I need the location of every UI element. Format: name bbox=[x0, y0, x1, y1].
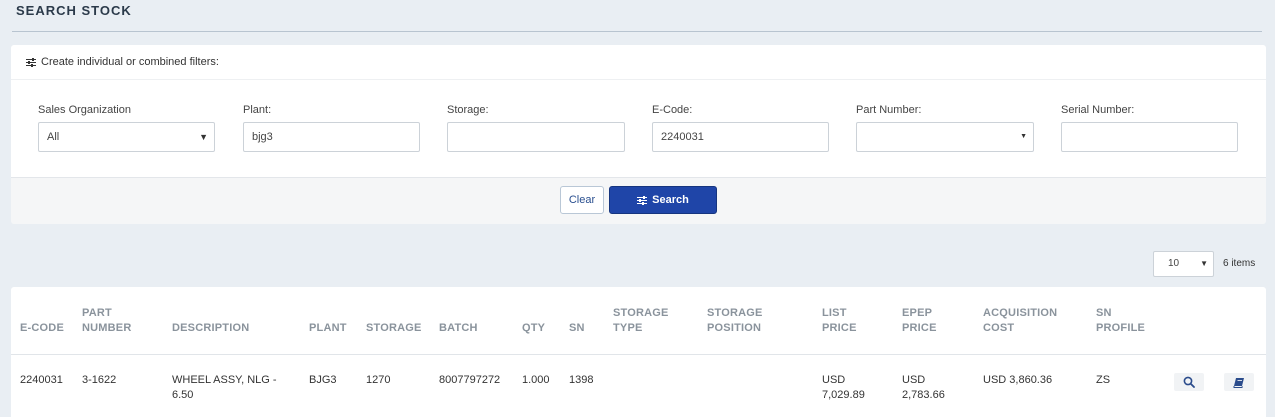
header-line: ACQUISITION bbox=[983, 307, 1058, 319]
sales-organization-label: Sales Organization bbox=[38, 104, 131, 116]
cell-list-price: USD 7,029.89 bbox=[822, 373, 865, 403]
cell-line: USD bbox=[822, 374, 846, 386]
column-header-batch[interactable]: BATCH bbox=[439, 321, 478, 336]
plant-value: bjg3 bbox=[252, 131, 273, 143]
page-size-select[interactable]: 10 ▼ bbox=[1153, 251, 1214, 277]
title-divider bbox=[12, 31, 1262, 32]
header-line: COST bbox=[983, 322, 1015, 334]
cell-line: USD bbox=[902, 374, 926, 386]
column-header-epep-price[interactable]: EPEP PRICE bbox=[902, 306, 937, 336]
magnifier-icon bbox=[1183, 376, 1195, 388]
caret-down-icon: ▼ bbox=[1020, 133, 1027, 140]
items-count: 6 items bbox=[1223, 258, 1256, 269]
sales-organization-select[interactable]: All ▼ bbox=[38, 122, 215, 152]
column-header-part-number[interactable]: PART NUMBER bbox=[82, 306, 131, 336]
column-header-qty[interactable]: QTY bbox=[522, 321, 545, 336]
plant-input[interactable]: bjg3 bbox=[243, 122, 420, 152]
ecode-label: E-Code: bbox=[652, 104, 693, 116]
cell-acquisition-cost: USD 3,860.36 bbox=[983, 374, 1053, 386]
cell-ecode: 2240031 bbox=[20, 374, 63, 386]
search-button[interactable]: Search bbox=[609, 186, 717, 214]
column-header-sn[interactable]: SN bbox=[569, 321, 585, 336]
header-line: PROFILE bbox=[1096, 322, 1146, 334]
column-header-list-price[interactable]: LIST PRICE bbox=[822, 306, 857, 336]
filter-panel-header: Create individual or combined filters: bbox=[11, 45, 1266, 80]
header-line: STORAGE bbox=[366, 322, 422, 334]
cell-sn: 1398 bbox=[569, 374, 594, 386]
cell-plant: BJG3 bbox=[309, 374, 337, 386]
column-header-storage-position[interactable]: STORAGE POSITION bbox=[707, 306, 763, 336]
sliders-icon bbox=[26, 57, 36, 67]
header-line: E-CODE bbox=[20, 322, 64, 334]
storage-label: Storage: bbox=[447, 104, 489, 116]
serial-number-label: Serial Number: bbox=[1061, 104, 1135, 116]
details-row-button[interactable] bbox=[1224, 373, 1254, 391]
cell-part-number: 3-1622 bbox=[82, 374, 117, 386]
column-header-storage[interactable]: STORAGE bbox=[366, 321, 422, 336]
header-line: SN bbox=[1096, 307, 1112, 319]
plant-label: Plant: bbox=[243, 104, 272, 116]
header-line: PRICE bbox=[902, 322, 937, 334]
filter-heading: Create individual or combined filters: bbox=[41, 56, 219, 68]
cell-sn-profile: ZS bbox=[1096, 374, 1111, 386]
part-number-select[interactable]: ▼ bbox=[856, 122, 1034, 152]
header-line: DESCRIPTION bbox=[172, 322, 250, 334]
sales-organization-value: All bbox=[47, 131, 60, 143]
column-header-plant[interactable]: PLANT bbox=[309, 321, 347, 336]
header-line: POSITION bbox=[707, 322, 762, 334]
table-header-divider bbox=[11, 354, 1266, 355]
header-line: PART bbox=[82, 307, 112, 319]
ecode-value: 2240031 bbox=[661, 131, 704, 143]
page-title: SEARCH STOCK bbox=[16, 3, 132, 18]
page-size-value: 10 bbox=[1168, 258, 1180, 269]
header-line: EPEP bbox=[902, 307, 933, 319]
book-icon bbox=[1233, 377, 1244, 388]
header-line: TYPE bbox=[613, 322, 643, 334]
cell-storage: 1270 bbox=[366, 374, 391, 386]
cell-line: WHEEL ASSY, NLG - bbox=[172, 374, 277, 386]
cell-line: 6.50 bbox=[172, 389, 194, 401]
column-header-ecode[interactable]: E-CODE bbox=[20, 321, 64, 336]
cell-description: WHEEL ASSY, NLG - 6.50 bbox=[172, 373, 277, 403]
header-line: LIST bbox=[822, 307, 847, 319]
storage-input[interactable] bbox=[447, 122, 625, 152]
cell-batch: 8007797272 bbox=[439, 374, 501, 386]
header-line: PRICE bbox=[822, 322, 857, 334]
clear-button[interactable]: Clear bbox=[560, 186, 604, 214]
view-row-button[interactable] bbox=[1174, 373, 1204, 391]
search-button-label: Search bbox=[652, 194, 689, 206]
header-line: BATCH bbox=[439, 322, 478, 334]
header-line: STORAGE bbox=[613, 307, 669, 319]
column-header-acquisition-cost[interactable]: ACQUISITION COST bbox=[983, 306, 1057, 336]
serial-number-input[interactable] bbox=[1061, 122, 1238, 152]
caret-down-icon: ▼ bbox=[199, 132, 208, 142]
header-line: NUMBER bbox=[82, 322, 132, 334]
column-header-sn-profile[interactable]: SN PROFILE bbox=[1096, 306, 1145, 336]
caret-down-icon: ▼ bbox=[1200, 259, 1208, 268]
header-line: STORAGE bbox=[707, 307, 763, 319]
header-line: SN bbox=[569, 322, 585, 334]
column-header-description[interactable]: DESCRIPTION bbox=[172, 321, 249, 336]
cell-qty: 1.000 bbox=[522, 374, 550, 386]
cell-line: 2,783.66 bbox=[902, 389, 945, 401]
ecode-input[interactable]: 2240031 bbox=[652, 122, 829, 152]
header-line: QTY bbox=[522, 322, 546, 334]
part-number-label: Part Number: bbox=[856, 104, 922, 116]
cell-epep-price: USD 2,783.66 bbox=[902, 373, 945, 403]
cell-line: 7,029.89 bbox=[822, 389, 865, 401]
header-line: PLANT bbox=[309, 322, 347, 334]
sliders-icon bbox=[637, 195, 648, 205]
column-header-storage-type[interactable]: STORAGE TYPE bbox=[613, 306, 669, 336]
